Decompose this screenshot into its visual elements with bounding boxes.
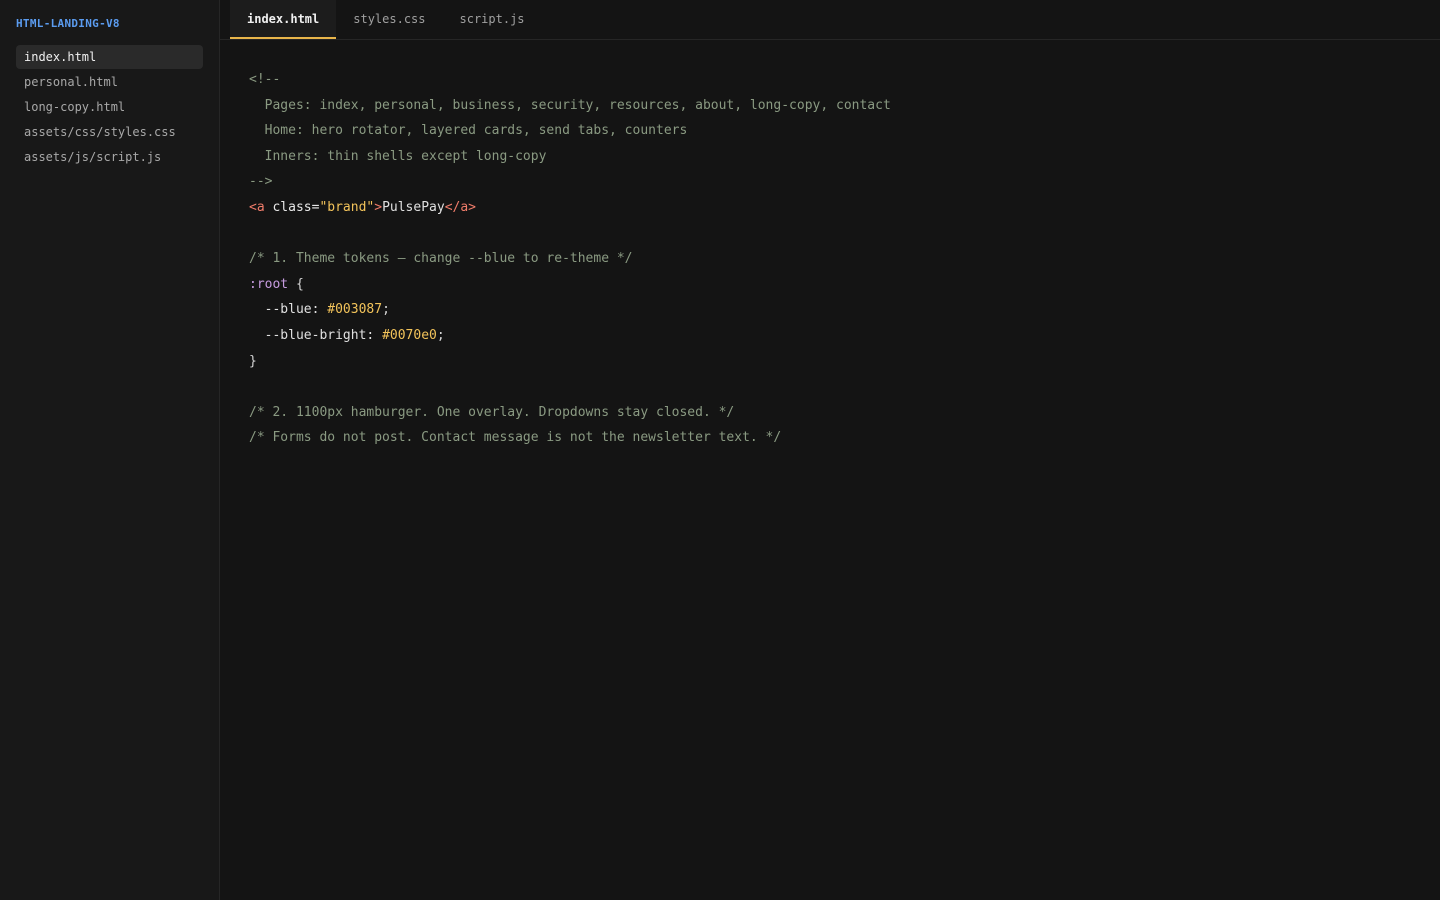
file-explorer: HTML-LANDING-V8 index.html personal.html… xyxy=(0,0,220,900)
css-brace: { xyxy=(288,276,304,292)
code-line: /* 2. 1100px hamburger. One overlay. Dro… xyxy=(249,404,735,420)
css-selector: :root xyxy=(249,276,289,292)
file-item-personal-html[interactable]: personal.html xyxy=(16,70,203,94)
code-line: :root { xyxy=(249,272,1440,298)
code-line: Inners: thin shells except long-copy xyxy=(249,148,547,164)
html-tag-open: <a xyxy=(249,199,265,215)
code-line: /* Forms do not post. Contact message is… xyxy=(249,430,782,446)
code-line: --blue-bright: #0070e0; xyxy=(249,323,1440,349)
tab-index-html[interactable]: index.html xyxy=(230,0,337,39)
app-window: HTML-LANDING-V8 index.html personal.html… xyxy=(0,0,1440,900)
editor-area: index.html styles.css script.js <!-- Pag… xyxy=(220,0,1440,900)
code-line: Pages: index, personal, business, securi… xyxy=(249,97,891,113)
tab-bar: index.html styles.css script.js xyxy=(220,0,1440,40)
html-tag-close: </a> xyxy=(444,199,477,215)
tab-styles-css[interactable]: styles.css xyxy=(336,0,442,39)
css-semicolon: ; xyxy=(436,327,445,343)
html-attribute: class= xyxy=(264,199,320,215)
html-attribute-value: "brand" xyxy=(319,199,375,215)
css-property: --blue: xyxy=(249,302,328,318)
html-tag-bracket: > xyxy=(374,199,383,215)
code-line: } xyxy=(249,353,257,369)
project-title: HTML-LANDING-V8 xyxy=(16,17,120,30)
code-line: <a class="brand">PulsePay</a> xyxy=(249,195,1440,221)
file-item-script-js[interactable]: assets/js/script.js xyxy=(16,145,203,169)
css-property: --blue-bright: xyxy=(249,327,383,343)
file-list: index.html personal.html long-copy.html … xyxy=(16,45,203,169)
css-value: #0070e0 xyxy=(382,327,437,343)
html-text: PulsePay xyxy=(382,199,445,215)
code-line: <!-- xyxy=(249,72,281,87)
code-editor[interactable]: <!-- Pages: index, personal, business, s… xyxy=(220,40,1440,451)
css-semicolon: ; xyxy=(382,302,390,318)
css-value: #003087 xyxy=(327,302,383,318)
tab-script-js[interactable]: script.js xyxy=(443,0,542,39)
file-item-index-html[interactable]: index.html xyxy=(16,45,203,69)
code-line: Home: hero rotator, layered cards, send … xyxy=(249,123,688,139)
code-line: --> xyxy=(249,174,273,190)
file-item-long-copy-html[interactable]: long-copy.html xyxy=(16,95,203,119)
file-item-styles-css[interactable]: assets/css/styles.css xyxy=(16,120,203,144)
code-line: /* 1. Theme tokens — change --blue to re… xyxy=(249,251,633,267)
code-line: --blue: #003087; xyxy=(249,297,1440,323)
